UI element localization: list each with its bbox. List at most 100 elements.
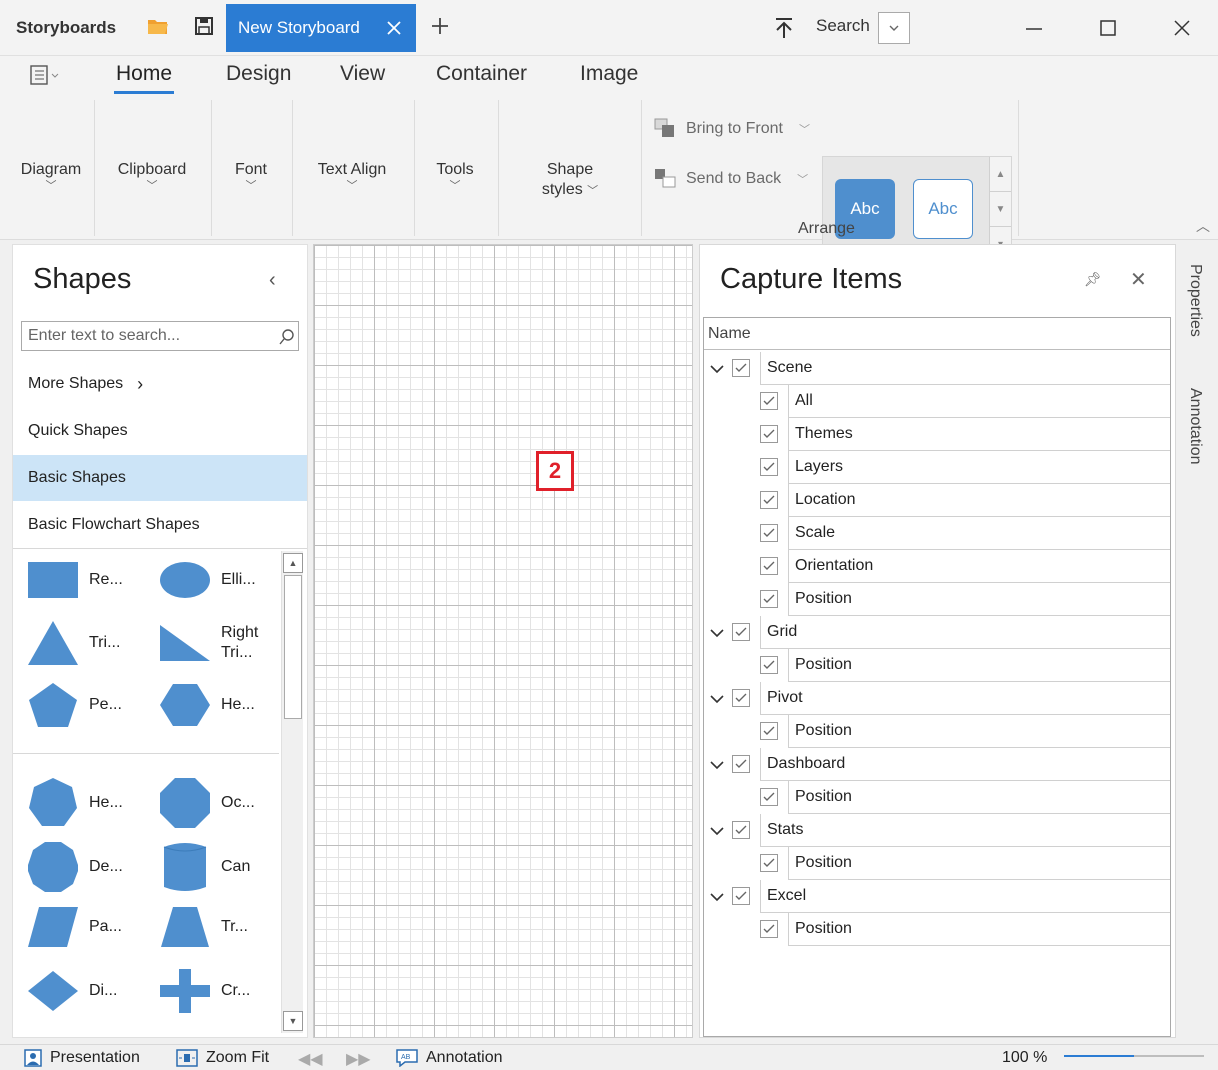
scroll-down-icon[interactable]: ▼ bbox=[283, 1011, 303, 1031]
pin-icon[interactable]: 📌︎ bbox=[1084, 271, 1102, 288]
shape-can[interactable]: Can bbox=[159, 841, 250, 893]
app-menu-button[interactable] bbox=[30, 64, 66, 90]
column-header-name[interactable]: Name bbox=[704, 318, 1170, 350]
shape-styles-group-button[interactable]: Shape styles ﹀ bbox=[532, 160, 608, 201]
close-window-button[interactable] bbox=[1168, 14, 1196, 42]
shape-triangle[interactable]: Tri... bbox=[27, 619, 120, 667]
checkbox[interactable] bbox=[760, 557, 778, 575]
checkbox[interactable] bbox=[732, 689, 750, 707]
shape-parallelogram[interactable]: Pa... bbox=[27, 905, 122, 949]
annotation-button[interactable]: AB Annotation bbox=[396, 1049, 503, 1067]
tree-row[interactable]: Themes bbox=[704, 418, 1170, 451]
expand-chevron-icon[interactable] bbox=[708, 360, 726, 378]
tab-new-storyboard[interactable]: New Storyboard bbox=[226, 4, 416, 52]
collapse-ribbon-icon[interactable]: ︿ bbox=[1196, 216, 1210, 236]
checkbox[interactable] bbox=[732, 887, 750, 905]
checkbox[interactable] bbox=[760, 656, 778, 674]
category-basic-flowchart-shapes[interactable]: Basic Flowchart Shapes bbox=[13, 502, 307, 548]
category-quick-shapes[interactable]: Quick Shapes bbox=[13, 408, 307, 454]
checkbox[interactable] bbox=[760, 854, 778, 872]
previous-icon[interactable]: ◀◀ bbox=[298, 1049, 323, 1069]
checkbox[interactable] bbox=[760, 491, 778, 509]
expand-chevron-icon[interactable] bbox=[708, 822, 726, 840]
tree-row[interactable]: Layers bbox=[704, 451, 1170, 484]
tree-row[interactable]: Position bbox=[704, 847, 1170, 880]
gallery-up-button[interactable]: ▲ bbox=[990, 157, 1011, 192]
text-align-group-button[interactable]: Text Align ﹀ bbox=[312, 160, 392, 192]
shape-search-input[interactable] bbox=[21, 321, 299, 351]
shape-trapezoid[interactable]: Tr... bbox=[159, 905, 248, 949]
tree-row[interactable]: Position bbox=[704, 583, 1170, 616]
zoom-slider[interactable] bbox=[1064, 1055, 1204, 1057]
zoom-fit-button[interactable]: Zoom Fit bbox=[176, 1049, 269, 1067]
tree-row[interactable]: All bbox=[704, 385, 1170, 418]
tree-row[interactable]: Location bbox=[704, 484, 1170, 517]
checkbox[interactable] bbox=[732, 359, 750, 377]
font-group-button[interactable]: Font ﹀ bbox=[228, 160, 274, 192]
gallery-down-button[interactable]: ▼ bbox=[990, 192, 1011, 227]
shape-hexagon[interactable]: He... bbox=[159, 681, 255, 729]
tab-image[interactable]: Image bbox=[580, 62, 638, 86]
tree-row[interactable]: Position bbox=[704, 913, 1170, 946]
shape-octagon[interactable]: Oc... bbox=[159, 777, 255, 829]
checkbox[interactable] bbox=[732, 821, 750, 839]
tree-row-parent[interactable]: Excel bbox=[704, 880, 1170, 913]
tab-design[interactable]: Design bbox=[226, 62, 291, 86]
tab-container[interactable]: Container bbox=[436, 62, 527, 86]
shape-style-outline[interactable]: Abc bbox=[913, 179, 973, 239]
clipboard-group-button[interactable]: Clipboard ﹀ bbox=[112, 160, 192, 192]
shape-rectangle[interactable]: Re... bbox=[27, 559, 123, 601]
shape-ellipse[interactable]: Elli... bbox=[159, 559, 256, 601]
checkbox[interactable] bbox=[760, 458, 778, 476]
minimize-button[interactable] bbox=[1020, 14, 1048, 42]
tree-row-parent[interactable]: Grid bbox=[704, 616, 1170, 649]
shape-diamond[interactable]: Di... bbox=[27, 969, 117, 1013]
checkbox[interactable] bbox=[760, 920, 778, 938]
tree-row-parent[interactable]: Pivot bbox=[704, 682, 1170, 715]
expand-chevron-icon[interactable] bbox=[708, 624, 726, 642]
diagram-group-button[interactable]: Diagram ﹀ bbox=[18, 160, 84, 192]
shape-heptagon[interactable]: He... bbox=[27, 777, 123, 829]
checkbox[interactable] bbox=[760, 590, 778, 608]
close-panel-icon[interactable]: ✕ bbox=[1130, 267, 1147, 292]
presentation-button[interactable]: Presentation bbox=[24, 1049, 140, 1067]
properties-side-tab[interactable]: Properties bbox=[1186, 264, 1204, 337]
tree-row[interactable]: Orientation bbox=[704, 550, 1170, 583]
shapes-scrollbar[interactable]: ▲ ▼ bbox=[281, 551, 303, 1033]
tree-row[interactable]: Position bbox=[704, 649, 1170, 682]
category-more-shapes[interactable]: More Shapes › bbox=[13, 361, 307, 407]
tree-row-parent[interactable]: Stats bbox=[704, 814, 1170, 847]
next-icon[interactable]: ▶▶ bbox=[346, 1049, 371, 1069]
shape-cross[interactable]: Cr... bbox=[159, 969, 250, 1013]
tree-row[interactable]: Position bbox=[704, 715, 1170, 748]
scroll-thumb[interactable] bbox=[284, 575, 302, 719]
checkbox[interactable] bbox=[760, 425, 778, 443]
checkbox[interactable] bbox=[732, 755, 750, 773]
checkbox[interactable] bbox=[760, 524, 778, 542]
search-label[interactable]: Search bbox=[816, 16, 870, 36]
add-tab-icon[interactable] bbox=[428, 14, 452, 38]
category-basic-shapes[interactable]: Basic Shapes bbox=[13, 455, 307, 501]
checkbox[interactable] bbox=[760, 788, 778, 806]
annotation-side-tab[interactable]: Annotation bbox=[1186, 388, 1204, 465]
chevron-left-icon[interactable]: ‹ bbox=[269, 269, 276, 292]
send-to-back-button[interactable]: Send to Back ﹀ bbox=[654, 168, 808, 190]
tools-group-button[interactable]: Tools ﹀ bbox=[432, 160, 478, 192]
bring-to-front-button[interactable]: Bring to Front ﹀ bbox=[654, 118, 810, 140]
checkbox[interactable] bbox=[760, 392, 778, 410]
pin-to-top-icon[interactable] bbox=[772, 16, 796, 40]
tab-home[interactable]: Home bbox=[113, 62, 175, 94]
save-icon[interactable] bbox=[192, 14, 216, 38]
search-dropdown[interactable] bbox=[878, 12, 910, 44]
tab-view[interactable]: View bbox=[340, 62, 385, 86]
shape-right-triangle[interactable]: Right Tri... bbox=[159, 619, 258, 667]
maximize-button[interactable] bbox=[1094, 14, 1122, 42]
checkbox[interactable] bbox=[760, 722, 778, 740]
checkbox[interactable] bbox=[732, 623, 750, 641]
open-folder-icon[interactable] bbox=[146, 14, 170, 38]
expand-chevron-icon[interactable] bbox=[708, 888, 726, 906]
tree-row-parent[interactable]: Scene bbox=[704, 352, 1170, 385]
scroll-up-icon[interactable]: ▲ bbox=[283, 553, 303, 573]
tree-row[interactable]: Position bbox=[704, 781, 1170, 814]
tree-row-parent[interactable]: Dashboard bbox=[704, 748, 1170, 781]
